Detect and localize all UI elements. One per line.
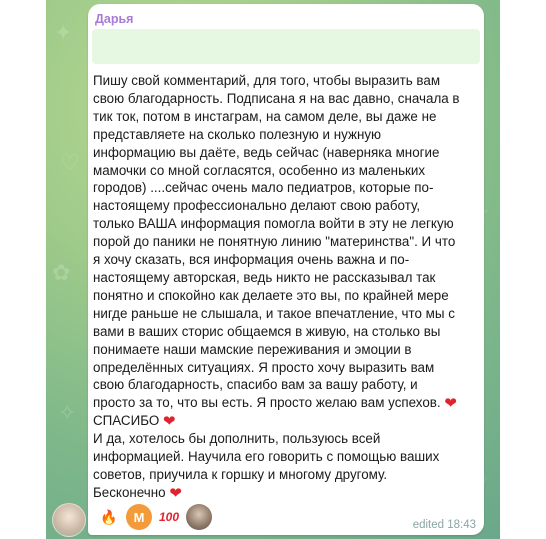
message-line: городов) ....сейчас очень мало педиатров… xyxy=(93,180,434,196)
message-line: нигде раньше не слышала, и такое впечатл… xyxy=(93,305,455,321)
message-line: И да, хотелось бы дополнить, пользуюсь в… xyxy=(93,431,381,447)
message-line: просто за то, что вы есть. Я просто жела… xyxy=(93,394,477,412)
heart-icon: ❤ xyxy=(169,484,182,502)
message-line: вами в ваших сторис общаемся в живую, на… xyxy=(93,323,441,339)
thanks-text: СПАСИБО xyxy=(93,413,160,429)
reaction-hundred-icon[interactable]: 100 xyxy=(156,504,182,530)
message-line: настоящему авторская, ведь никто не расс… xyxy=(93,269,436,285)
message-line: Бесконечно ❤ xyxy=(93,484,477,502)
message-line: информацию вы даёте, ведь сейчас (наверн… xyxy=(93,144,440,160)
message-status: edited 18:43 xyxy=(412,519,476,531)
message-line: понятно и спокойно как делаете это вы, п… xyxy=(93,287,449,303)
message-line: порой до паники не понятную линию "матер… xyxy=(93,234,456,250)
message-line-text: просто за то, что вы есть. Я просто жела… xyxy=(93,395,441,411)
message-line: я хочу сказать, вся информация очень важ… xyxy=(93,252,410,268)
doodle-heart-icon: ♡ xyxy=(60,150,80,175)
message-line: понимаете наши мамские переживания и эмо… xyxy=(93,341,412,357)
message-line: только ВАША информация помогла войти в э… xyxy=(93,216,454,232)
doodle-star-icon: ✦ xyxy=(54,20,73,45)
link-preview-placeholder xyxy=(92,29,480,64)
doodle-star-icon: ✧ xyxy=(58,400,77,425)
reactions-bar: 🔥 M 100 xyxy=(96,504,212,530)
message-line: информацией. Научила его говорить с помо… xyxy=(93,449,440,465)
message-line: свою благодарность. Подписана я на вас д… xyxy=(93,90,460,106)
message-line: настоящему профессионально делают свою р… xyxy=(93,198,421,214)
ending-text: Бесконечно xyxy=(93,484,166,500)
message-line: определённых ситуациях. Я просто хочу вы… xyxy=(93,359,435,375)
message-line: тик ток, потом в инстаграм, на самом дел… xyxy=(93,108,437,124)
reaction-m-icon[interactable]: M xyxy=(126,504,152,530)
message-line: представляете на сколько полезную и нужн… xyxy=(93,126,382,142)
sender-avatar[interactable] xyxy=(52,503,86,537)
message-line: Пишу свой комментарий, для того, чтобы в… xyxy=(93,73,441,88)
message-line: СПАСИБО ❤ xyxy=(93,412,477,430)
message-bubble[interactable]: Дарья Пишу свой комментарий, для того, ч… xyxy=(88,4,484,535)
doodle-flower-icon: ✿ xyxy=(52,260,71,285)
heart-icon: ❤ xyxy=(163,413,176,431)
heart-icon: ❤ xyxy=(444,395,457,413)
message-line: свою благодарность, спасибо вам за вашу … xyxy=(93,377,418,393)
message-text: Пишу свой комментарий, для того, чтобы в… xyxy=(93,72,477,502)
reaction-user-avatar[interactable] xyxy=(186,504,212,530)
reaction-fire-icon[interactable]: 🔥 xyxy=(96,504,122,530)
message-line: мамочки со мной согласятся, особенно из … xyxy=(93,162,426,178)
sender-name[interactable]: Дарья xyxy=(95,12,133,26)
message-line: советов, приучила к горшку и многому дру… xyxy=(93,466,388,482)
